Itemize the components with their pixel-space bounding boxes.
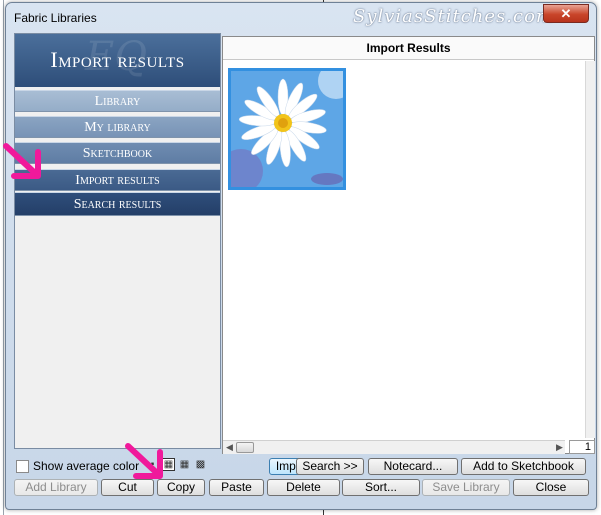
pink-arrow-import-results	[3, 143, 41, 179]
scroll-left-icon[interactable]: ◀	[226, 441, 233, 454]
nav-item-search-results[interactable]: Search results	[15, 192, 220, 216]
show-average-color-option[interactable]: Show average color	[16, 458, 139, 474]
window-close-button[interactable]: ✕	[543, 4, 589, 23]
page-number-field[interactable]: 1	[569, 440, 595, 454]
size-xlarge-icon[interactable]: ▩	[194, 458, 207, 471]
scroll-right-icon[interactable]: ▶	[556, 441, 563, 454]
window-title: Fabric Libraries	[14, 11, 97, 25]
paste-button[interactable]: Paste	[209, 479, 264, 496]
save-library-button[interactable]: Save Library	[422, 479, 510, 496]
notecard-button[interactable]: Notecard...	[368, 458, 458, 475]
fabric-swatch[interactable]	[228, 68, 346, 190]
watermark: SylviasStitches.com	[353, 6, 554, 27]
panel-header: EQ Import results	[15, 34, 220, 87]
size-large-icon[interactable]: ▦	[178, 458, 191, 471]
search-button[interactable]: Search >>	[296, 458, 364, 475]
nav-item-library[interactable]: Library	[15, 90, 220, 112]
title-bar[interactable]: Fabric Libraries SylviasStitches.com ✕	[6, 3, 596, 31]
nav-item-my-library[interactable]: My library	[15, 116, 220, 138]
panel-title: Import results	[50, 47, 185, 72]
fabric-libraries-window: Fabric Libraries SylviasStitches.com ✕ E…	[5, 2, 597, 510]
daisy-fabric-image	[231, 71, 343, 187]
import-results-panel: Import Results ◀ ▶ 1	[222, 36, 595, 454]
vertical-scrollbar[interactable]	[585, 61, 595, 438]
pink-arrow-copy	[125, 443, 163, 479]
results-header: Import Results	[223, 37, 594, 60]
delete-button[interactable]: Delete	[267, 479, 340, 496]
scroll-thumb[interactable]	[236, 442, 254, 453]
show-average-color-checkbox[interactable]	[16, 459, 29, 473]
close-button[interactable]: Close	[513, 479, 589, 496]
sort-button[interactable]: Sort...	[342, 479, 420, 496]
horizontal-scrollbar[interactable]: ◀ ▶	[223, 440, 565, 454]
background-page-edge	[3, 0, 4, 515]
add-library-button[interactable]: Add Library	[14, 479, 98, 496]
library-nav-panel: EQ Import results Library My library Ske…	[14, 33, 221, 449]
add-to-sketchbook-button[interactable]: Add to Sketchbook	[461, 458, 586, 475]
